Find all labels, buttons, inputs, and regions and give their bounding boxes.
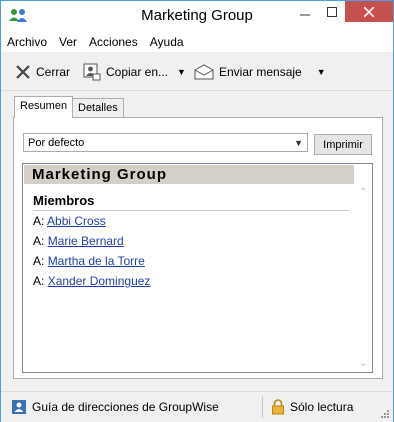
list-item: A: Martha de la Torre [33,254,145,268]
member-prefix: A: [33,234,45,248]
lock-icon [272,399,284,415]
member-link[interactable]: Martha de la Torre [48,254,145,268]
vertical-scrollbar[interactable]: ⌃ ⌄ [355,184,372,372]
address-book-window: Marketing Group Archivo Ver Acciones Ayu… [0,0,394,422]
members-heading: Miembros [33,193,349,211]
member-link[interactable]: Abbi Cross [47,214,106,228]
status-separator [262,396,263,418]
copy-to-label: Copiar en... [106,65,169,79]
member-prefix: A: [33,274,45,288]
toolbar: Cerrar Copiar en... ▼ Enviar mensaje ▼ [1,54,393,91]
read-only-status: Sólo lectura [271,399,353,415]
address-book-status: Guía de direcciones de GroupWise [11,399,219,415]
close-window-button[interactable] [345,1,393,22]
envelope-icon [194,64,214,80]
maximize-icon [326,6,337,17]
address-book-icon [12,400,26,414]
status-left-text: Guía de direcciones de GroupWise [32,400,219,414]
list-item: A: Abbi Cross [33,214,106,228]
group-details-pane: Marketing Group Miembros A: Abbi Cross A… [22,163,373,373]
member-prefix: A: [33,214,45,228]
tab-resumen[interactable]: Resumen [14,96,74,118]
summary-panel: Por defecto ▼ Imprimir Marketing Group M… [13,117,383,379]
member-link[interactable]: Marie Bernard [48,234,124,248]
status-bar: Guía de direcciones de GroupWise Sólo le… [1,391,393,422]
send-message-button[interactable]: Enviar mensaje ▼ [194,62,326,82]
send-message-label: Enviar mensaje [219,65,302,79]
minimize-icon [299,14,310,15]
member-link[interactable]: Xander Dominguez [48,274,151,288]
copy-contact-icon [83,63,101,81]
menu-ayuda[interactable]: Ayuda [144,32,190,52]
minimize-button[interactable] [291,1,318,22]
scroll-down-icon[interactable]: ⌄ [355,355,372,372]
member-prefix: A: [33,254,45,268]
menu-ver[interactable]: Ver [53,32,83,52]
close-button-label: Cerrar [36,65,71,79]
menu-acciones[interactable]: Acciones [83,32,144,52]
close-button[interactable]: Cerrar [15,62,70,82]
chevron-down-icon: ▼ [316,67,326,77]
maximize-button[interactable] [318,1,345,22]
scroll-up-icon[interactable]: ⌃ [355,184,372,201]
title-bar[interactable]: Marketing Group [1,1,393,32]
menu-archivo[interactable]: Archivo [1,32,53,52]
close-x-icon [16,65,30,79]
close-icon [364,6,374,17]
copy-to-button[interactable]: Copiar en... ▼ [83,62,186,82]
tab-detalles[interactable]: Detalles [72,98,124,117]
view-select[interactable]: Por defecto ▼ [23,133,308,152]
group-name-header: Marketing Group [24,165,354,184]
view-select-value: Por defecto [28,137,85,149]
list-item: A: Marie Bernard [33,234,124,248]
menu-bar: Archivo Ver Acciones Ayuda [1,32,393,52]
status-right-text: Sólo lectura [290,400,354,414]
print-button[interactable]: Imprimir [314,134,372,155]
chevron-down-icon: ▼ [294,138,303,148]
chevron-down-icon: ▼ [177,67,186,77]
resize-grip-icon[interactable] [380,409,390,419]
list-item: A: Xander Dominguez [33,274,150,288]
